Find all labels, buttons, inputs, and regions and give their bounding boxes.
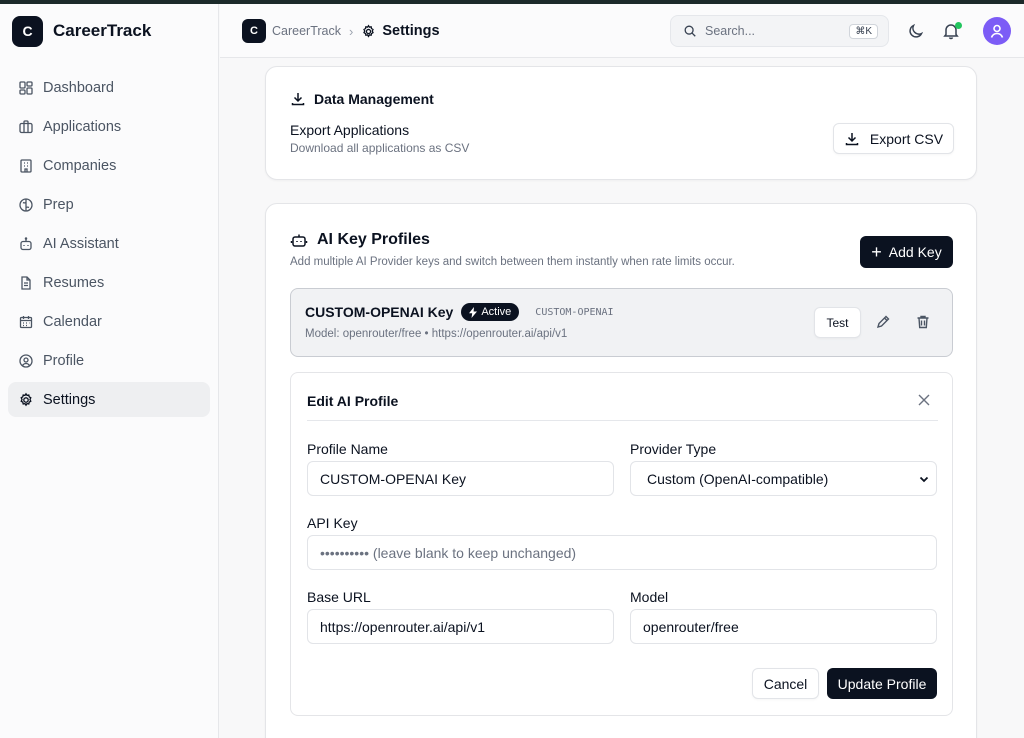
search-placeholder: Search... [705,24,756,38]
notification-dot [955,22,962,29]
sidebar-item-settings[interactable]: Settings [8,382,210,417]
gear-icon [20,392,32,406]
sidebar-nav: Dashboard Applications Companies Prep AI… [8,70,210,421]
bot-icon [20,236,32,250]
base-url-label: Base URL [307,589,371,605]
gear-icon [363,23,375,38]
edit-icon[interactable] [875,314,891,330]
export-title: Export Applications [290,122,410,138]
trash-icon[interactable] [915,314,931,330]
chevron-down-icon [919,476,929,482]
provider-type-value: Custom (OpenAI-compatible) [647,470,829,487]
ai-profiles-title: AI Key Profiles [317,231,430,248]
calendar-icon [19,315,33,328]
data-management-heading: Data Management [290,91,434,107]
model-input[interactable]: openrouter/free [630,609,937,644]
sidebar-item-label: Applications [43,118,122,135]
provider-tag: CUSTOM-OPENAI [535,306,614,318]
breadcrumb: C CareerTrack › Settings [242,19,440,43]
add-key-button[interactable]: + Add Key [860,236,953,268]
update-profile-label: Update Profile [837,675,927,692]
lightning-icon [469,306,478,318]
ai-profile-row[interactable]: CUSTOM-OPENAI Key Active CUSTOM-OPENAI M… [290,288,953,357]
test-label: Test [826,315,849,330]
profile-name-label: Profile Name [307,441,388,457]
brand[interactable]: C CareerTrack [12,15,151,47]
sidebar-item-applications[interactable]: Applications [8,109,210,144]
sidebar-item-dashboard[interactable]: Dashboard [8,70,210,105]
sidebar-item-ai-assistant[interactable]: AI Assistant [8,226,210,261]
sidebar-item-label: Calendar [43,313,102,330]
profile-name-input[interactable]: CUSTOM-OPENAI Key [307,461,614,496]
ai-profiles-description: Add multiple AI Provider keys and switch… [290,256,735,268]
export-csv-button[interactable]: Export CSV [833,123,954,154]
sidebar-item-label: Settings [43,391,96,408]
profile-header: CUSTOM-OPENAI Key Active CUSTOM-OPENAI [305,303,614,321]
user-circle-icon [19,353,33,368]
sidebar-item-label: Profile [43,352,85,369]
api-key-label: API Key [307,515,358,531]
provider-type-select[interactable]: Custom (OpenAI-compatible) [630,461,937,496]
page-title: Settings [382,23,440,39]
ai-profiles-heading: AI Key Profiles [290,231,430,249]
avatar[interactable] [983,17,1011,45]
edit-profile-panel: Edit AI Profile Profile Name CUSTOM-OPEN… [290,372,953,716]
sidebar-item-label: AI Assistant [43,235,119,252]
close-icon[interactable] [917,393,931,407]
sidebar-item-profile[interactable]: Profile [8,343,210,378]
data-management-title: Data Management [314,91,434,107]
sidebar: C CareerTrack Dashboard Applications Com… [0,4,219,738]
sidebar-item-resumes[interactable]: Resumes [8,265,210,300]
provider-type-label: Provider Type [630,441,717,457]
ai-key-profiles-card: AI Key Profiles Add multiple AI Provider… [265,203,977,738]
brain-icon [19,197,33,212]
test-button[interactable]: Test [814,307,861,338]
breadcrumb-app-link[interactable]: CareerTrack [272,24,341,38]
moon-icon[interactable] [906,21,926,41]
status-badge-label: Active [481,306,512,318]
api-key-input[interactable]: •••••••••• (leave blank to keep unchange… [307,535,937,570]
cancel-label: Cancel [763,675,808,692]
download-icon [845,132,859,145]
chevron-right-icon: › [349,23,354,39]
dashboard-icon [19,80,33,95]
sidebar-item-label: Prep [43,196,74,213]
profile-meta: Model: openrouter/free • https://openrou… [305,328,568,340]
user-icon [990,24,1004,38]
sidebar-item-companies[interactable]: Companies [8,148,210,183]
search-shortcut: ⌘K [849,23,878,39]
divider [307,420,938,421]
edit-profile-title: Edit AI Profile [307,393,399,409]
bot-icon [290,234,308,247]
export-description: Download all applications as CSV [290,141,470,155]
base-url-input[interactable]: https://openrouter.ai/api/v1 [307,609,614,644]
data-management-card: Data Management Export Applications Down… [265,66,977,180]
sidebar-item-label: Resumes [43,274,105,291]
briefcase-icon [19,119,33,133]
file-icon [21,275,31,290]
brand-name: CareerTrack [53,21,152,40]
download-icon [291,93,305,106]
building-icon [20,158,32,173]
top-header: C CareerTrack › Settings Search... ⌘K [220,4,1024,58]
search-icon [684,25,696,37]
profile-name: CUSTOM-OPENAI Key [305,304,454,320]
model-label: Model [630,589,669,605]
search-input[interactable]: Search... ⌘K [670,15,889,47]
add-key-label: Add Key [888,244,942,260]
update-profile-button[interactable]: Update Profile [827,668,937,699]
breadcrumb-logo[interactable]: C [242,19,266,43]
sidebar-item-label: Companies [43,157,117,174]
sidebar-item-label: Dashboard [43,79,114,96]
plus-icon: + [871,242,882,262]
cancel-button[interactable]: Cancel [752,668,819,699]
sidebar-item-prep[interactable]: Prep [8,187,210,222]
sidebar-item-calendar[interactable]: Calendar [8,304,210,339]
status-badge: Active [461,303,520,321]
brand-logo: C [12,15,43,47]
export-csv-label: Export CSV [869,130,944,147]
